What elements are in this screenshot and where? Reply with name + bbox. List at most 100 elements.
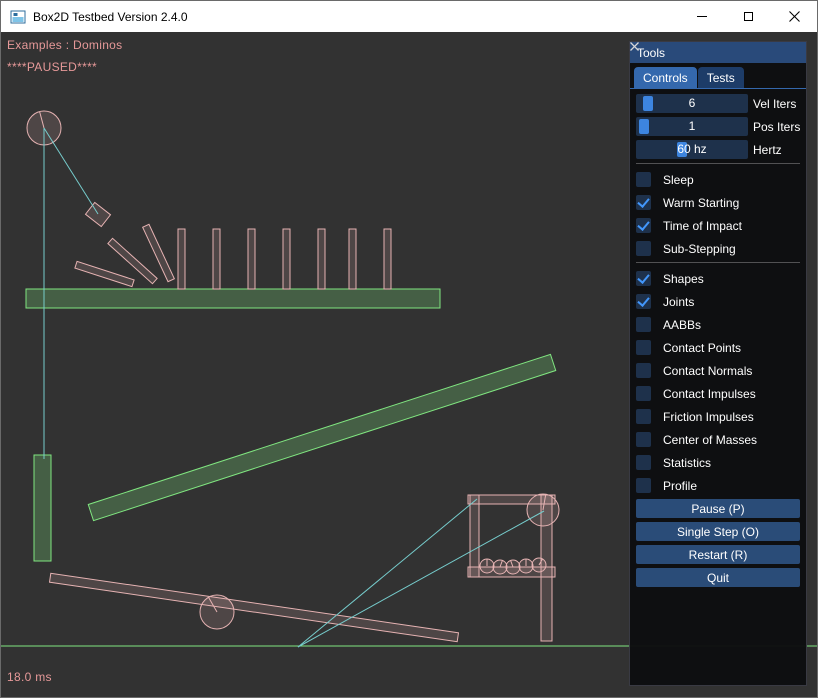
window-titlebar[interactable]: Box2D Testbed Version 2.4.0 — [1, 1, 817, 32]
checkbox-box[interactable] — [636, 432, 651, 447]
simulation-flags-group: Sleep Warm Starting Time of Impact Sub-Step… — [636, 170, 800, 258]
button-single-step-o[interactable]: Single Step (O) — [636, 522, 800, 541]
slider-track[interactable]: 60 hz — [636, 140, 748, 159]
checkbox-box[interactable] — [636, 363, 651, 378]
checkbox-label: Warm Starting — [663, 196, 739, 210]
separator — [636, 262, 800, 263]
close-button[interactable] — [771, 1, 817, 32]
checkbox-box[interactable] — [636, 478, 651, 493]
checkbox-box[interactable] — [636, 294, 651, 309]
vertical-column — [34, 455, 51, 561]
slider-value: 1 — [636, 117, 748, 136]
tilted-plank — [50, 573, 459, 641]
slider-track[interactable]: 1 — [636, 117, 748, 136]
checkbox-box[interactable] — [636, 340, 651, 355]
checkbox-joints[interactable]: Joints — [636, 292, 800, 311]
slider-pos-iters[interactable]: 1 Pos Iters — [636, 117, 800, 136]
checkbox-box[interactable] — [636, 271, 651, 286]
draw-flags-group: Shapes Joints AABBs Contact Points Contact N… — [636, 269, 800, 495]
checkbox-sub-stepping[interactable]: Sub-Stepping — [636, 239, 800, 258]
domino — [349, 229, 356, 289]
joint-line — [298, 511, 544, 647]
checkbox-sleep[interactable]: Sleep — [636, 170, 800, 189]
caption-buttons — [679, 1, 817, 32]
domino — [318, 229, 325, 289]
checkbox-contact-normals[interactable]: Contact Normals — [636, 361, 800, 380]
slider-vel-iters[interactable]: 6 Vel Iters — [636, 94, 800, 113]
paused-label: ****PAUSED**** — [7, 60, 97, 74]
checkbox-label: Profile — [663, 479, 697, 493]
checkbox-label: Shapes — [663, 272, 704, 286]
checkbox-contact-impulses[interactable]: Contact Impulses — [636, 384, 800, 403]
tab-bar: ControlsTests — [630, 63, 806, 89]
frame-time-label: 18.0 ms — [7, 670, 52, 684]
button-pause-p[interactable]: Pause (P) — [636, 499, 800, 518]
tools-panel-title: Tools — [637, 46, 665, 60]
checkbox-label: Time of Impact — [663, 219, 742, 233]
app-window: Box2D Testbed Version 2.4.0 Examples : D… — [0, 0, 818, 698]
minimize-button[interactable] — [679, 1, 725, 32]
domino — [384, 229, 391, 289]
checkbox-friction-impulses[interactable]: Friction Impulses — [636, 407, 800, 426]
panel-close-button[interactable] — [785, 46, 799, 60]
maximize-button[interactable] — [725, 1, 771, 32]
checkmark-icon — [637, 271, 649, 284]
domino — [283, 229, 290, 289]
domino-shelf — [26, 289, 440, 308]
minimize-icon — [697, 16, 707, 17]
checkbox-time-of-impact[interactable]: Time of Impact — [636, 216, 800, 235]
fallen-domino — [75, 261, 134, 286]
joint-line — [44, 128, 98, 214]
app-icon — [10, 9, 26, 25]
checkmark-icon — [637, 218, 649, 231]
slider-group: 6 Vel Iters 1 Pos Iters 60 hz Hertz — [636, 94, 800, 159]
checkbox-label: Contact Normals — [663, 364, 752, 378]
slider-label: Vel Iters — [753, 97, 796, 111]
pendulum-box — [86, 202, 111, 226]
checkbox-statistics[interactable]: Statistics — [636, 453, 800, 472]
panel-close-icon — [630, 42, 639, 51]
checkbox-box[interactable] — [636, 195, 651, 210]
frame-left-post — [470, 495, 479, 577]
example-label: Examples : Dominos — [7, 38, 122, 52]
tab-tests[interactable]: Tests — [698, 67, 744, 88]
slider-value: 6 — [636, 94, 748, 113]
checkbox-contact-points[interactable]: Contact Points — [636, 338, 800, 357]
close-icon — [789, 11, 800, 22]
simulation-canvas[interactable]: Examples : Dominos ****PAUSED**** 18.0 m… — [1, 32, 818, 698]
domino — [178, 229, 185, 289]
checkbox-box[interactable] — [636, 172, 651, 187]
separator — [636, 163, 800, 164]
checkbox-aabbs[interactable]: AABBs — [636, 315, 800, 334]
tab-controls[interactable]: Controls — [634, 67, 697, 88]
slider-value: 60 hz — [636, 140, 748, 159]
domino — [248, 229, 255, 289]
tools-panel-titlebar[interactable]: Tools — [630, 42, 806, 63]
button-quit[interactable]: Quit — [636, 568, 800, 587]
checkbox-box[interactable] — [636, 218, 651, 233]
checkbox-box[interactable] — [636, 455, 651, 470]
checkbox-warm-starting[interactable]: Warm Starting — [636, 193, 800, 212]
checkbox-label: Center of Masses — [663, 433, 757, 447]
checkbox-box[interactable] — [636, 386, 651, 401]
checkbox-label: Sleep — [663, 173, 694, 187]
checkbox-box[interactable] — [636, 409, 651, 424]
checkbox-shapes[interactable]: Shapes — [636, 269, 800, 288]
checkbox-profile[interactable]: Profile — [636, 476, 800, 495]
checkbox-label: Contact Impulses — [663, 387, 756, 401]
checkbox-label: Friction Impulses — [663, 410, 754, 424]
slider-hertz[interactable]: 60 hz Hertz — [636, 140, 800, 159]
domino — [213, 229, 220, 289]
slider-track[interactable]: 6 — [636, 94, 748, 113]
checkbox-label: Contact Points — [663, 341, 741, 355]
slider-label: Hertz — [753, 143, 782, 157]
button-restart-r[interactable]: Restart (R) — [636, 545, 800, 564]
checkbox-box[interactable] — [636, 317, 651, 332]
checkbox-label: AABBs — [663, 318, 701, 332]
checkbox-label: Statistics — [663, 456, 711, 470]
window-title: Box2D Testbed Version 2.4.0 — [33, 10, 188, 24]
checkbox-box[interactable] — [636, 241, 651, 256]
slider-label: Pos Iters — [753, 120, 800, 134]
action-buttons-group: Pause (P) Single Step (O) Restart (R) Quit — [636, 499, 800, 587]
checkbox-center-of-masses[interactable]: Center of Masses — [636, 430, 800, 449]
